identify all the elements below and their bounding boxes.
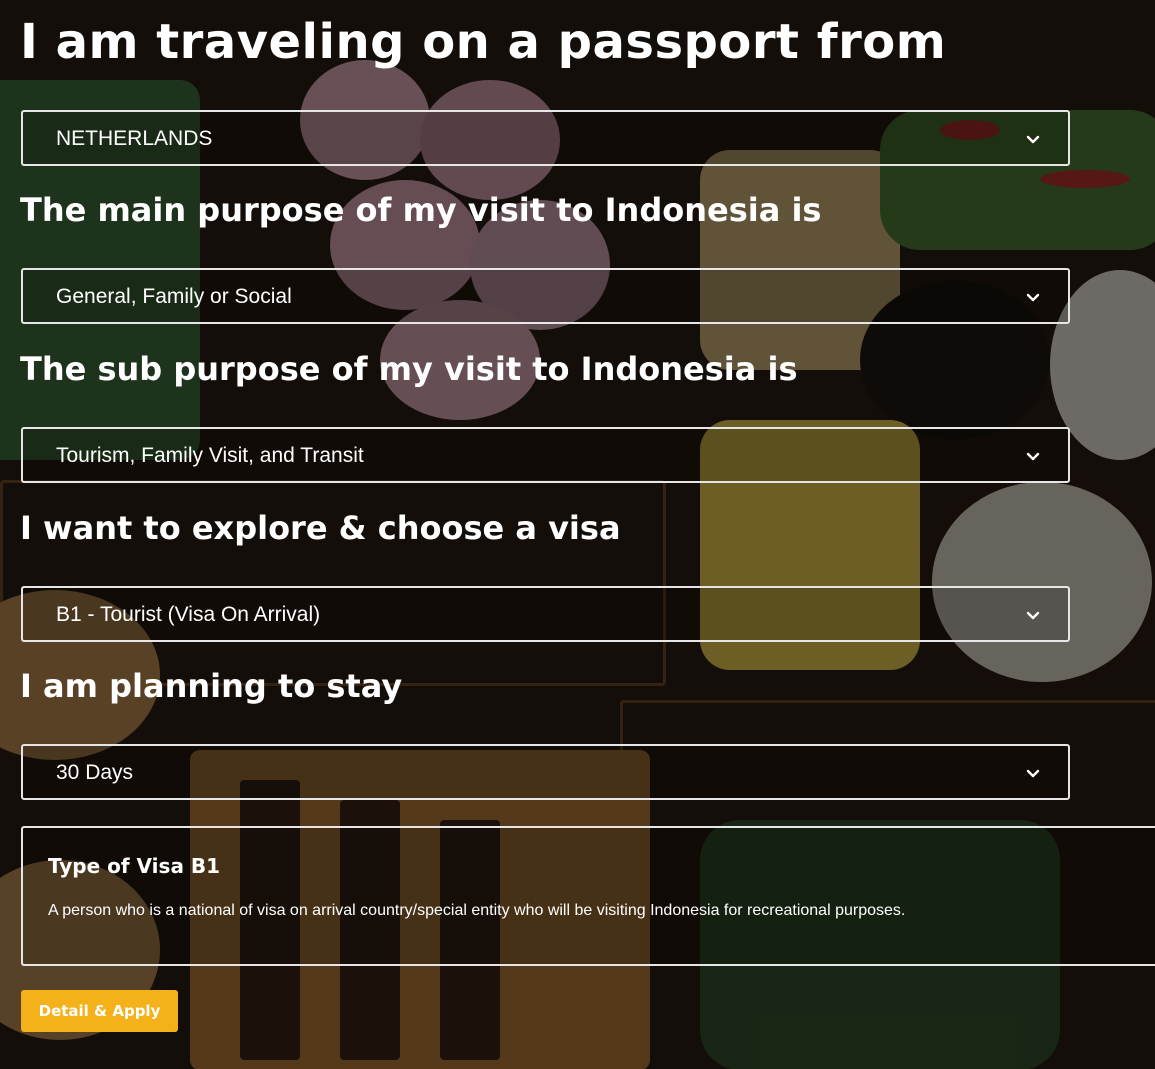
chevron-down-icon — [1026, 611, 1040, 620]
purpose-heading: The main purpose of my visit to Indonesi… — [20, 191, 822, 229]
visa-type-select[interactable]: B1 - Tourist (Visa On Arrival) — [21, 586, 1070, 642]
sub-purpose-select[interactable]: Tourism, Family Visit, and Transit — [21, 427, 1070, 483]
chevron-down-icon — [1026, 452, 1040, 461]
visa-info-description: A person who is a national of visa on ar… — [48, 902, 906, 919]
main-purpose-select[interactable]: General, Family or Social — [21, 268, 1070, 324]
stay-duration-value: 30 Days — [56, 761, 134, 784]
detail-apply-button[interactable]: Detail & Apply — [21, 990, 178, 1032]
passport-country-select[interactable]: NETHERLANDS — [21, 110, 1070, 166]
chevron-down-icon — [1026, 769, 1040, 778]
chevron-down-icon — [1026, 293, 1040, 302]
passport-country-value: NETHERLANDS — [56, 127, 213, 150]
visa-info-title: Type of Visa B1 — [48, 854, 221, 878]
stay-duration-select[interactable]: 30 Days — [21, 744, 1070, 800]
visa-info-card: Type of Visa B1 A person who is a nation… — [21, 826, 1155, 966]
stay-heading: I am planning to stay — [20, 667, 403, 705]
visa-explorer-form: I am traveling on a passport from NETHER… — [0, 0, 1155, 1069]
passport-heading: I am traveling on a passport from — [20, 14, 947, 70]
subpurpose-heading: The sub purpose of my visit to Indonesia… — [20, 350, 798, 388]
visa-type-value: B1 - Tourist (Visa On Arrival) — [56, 603, 321, 626]
sub-purpose-value: Tourism, Family Visit, and Transit — [56, 444, 364, 467]
visa-heading: I want to explore & choose a visa — [20, 509, 621, 547]
main-purpose-value: General, Family or Social — [56, 285, 292, 308]
chevron-down-icon — [1026, 135, 1040, 144]
